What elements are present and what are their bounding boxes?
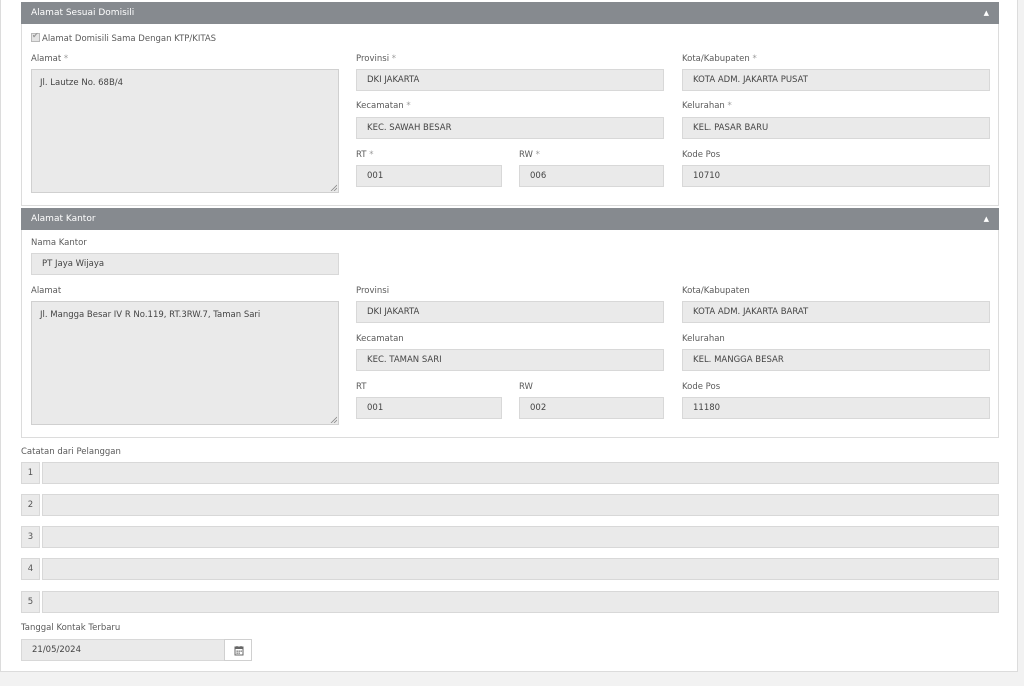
domisili-kota-field[interactable]: KOTA ADM. JAKARTA PUSAT xyxy=(682,69,990,91)
kantor-rw-label: RW xyxy=(519,382,533,392)
kantor-nama-field[interactable]: PT Jaya Wijaya xyxy=(31,253,339,275)
domisili-provinsi-label: Provinsi * xyxy=(356,54,397,64)
caret-up-icon[interactable]: ▲ xyxy=(984,2,989,24)
calendar-button[interactable] xyxy=(224,639,252,661)
kantor-alamat-label: Alamat xyxy=(31,286,62,296)
domisili-kota-label: Kota/Kabupaten * xyxy=(682,54,757,64)
kantor-alamat-textarea[interactable]: Jl. Mangga Besar IV R No.119, RT.3RW.7, … xyxy=(31,301,339,425)
domisili-rt-label: RT * xyxy=(356,150,374,160)
kontak-date-label: Tanggal Kontak Terbaru xyxy=(21,623,121,633)
caret-up-icon[interactable]: ▲ xyxy=(984,208,989,230)
kontak-date-input[interactable]: 21/05/2024 xyxy=(21,639,225,661)
catatan-input-1[interactable] xyxy=(42,462,999,484)
domisili-rw-label: RW * xyxy=(519,150,540,160)
kantor-rt-field[interactable]: 001 xyxy=(356,397,502,419)
catatan-row-number: 5 xyxy=(21,591,40,613)
catatan-label: Catatan dari Pelanggan xyxy=(21,447,121,457)
same-address-checkbox[interactable]: ✔ xyxy=(31,31,40,42)
kantor-alamat-value: Jl. Mangga Besar IV R No.119, RT.3RW.7, … xyxy=(40,310,261,320)
domisili-panel-body: ✔ Alamat Domisili Sama Dengan KTP/KITAS … xyxy=(21,24,999,206)
check-icon: ✔ xyxy=(32,31,39,40)
domisili-provinsi-field[interactable]: DKI JAKARTA xyxy=(356,69,664,91)
kantor-kota-label: Kota/Kabupaten xyxy=(682,286,750,296)
catatan-row-number: 2 xyxy=(21,494,40,516)
kantor-kelurahan-field[interactable]: KEL. MANGGA BESAR xyxy=(682,349,990,371)
catatan-input-5[interactable] xyxy=(42,591,999,613)
kantor-kelurahan-label: Kelurahan xyxy=(682,334,725,344)
resize-grip-icon[interactable] xyxy=(330,416,337,423)
domisili-kelurahan-field[interactable]: KEL. PASAR BARU xyxy=(682,117,990,139)
kantor-panel-body: Nama Kantor PT Jaya Wijaya Alamat Jl. Ma… xyxy=(21,230,999,438)
domisili-alamat-label: Alamat * xyxy=(31,54,69,64)
domisili-rt-field[interactable]: 001 xyxy=(356,165,502,187)
catatan-row-number: 4 xyxy=(21,558,40,580)
domisili-kelurahan-label: Kelurahan * xyxy=(682,101,732,111)
domisili-kecamatan-field[interactable]: KEC. SAWAH BESAR xyxy=(356,117,664,139)
kantor-provinsi-label: Provinsi xyxy=(356,286,390,296)
catatan-input-3[interactable] xyxy=(42,526,999,548)
kantor-panel-header[interactable]: Alamat Kantor ▲ xyxy=(21,208,999,230)
domisili-rw-field[interactable]: 006 xyxy=(519,165,664,187)
catatan-row-number: 3 xyxy=(21,526,40,548)
kantor-rt-label: RT xyxy=(356,382,367,392)
kantor-kodepos-label: Kode Pos xyxy=(682,382,721,392)
calendar-icon xyxy=(234,646,244,656)
kantor-kodepos-field[interactable]: 11180 xyxy=(682,397,990,419)
domisili-kecamatan-label: Kecamatan * xyxy=(356,101,411,111)
domisili-alamat-value: Jl. Lautze No. 68B/4 xyxy=(40,78,124,88)
catatan-input-4[interactable] xyxy=(42,558,999,580)
resize-grip-icon[interactable] xyxy=(330,184,337,191)
kantor-kecamatan-field[interactable]: KEC. TAMAN SARI xyxy=(356,349,664,371)
domisili-kodepos-field[interactable]: 10710 xyxy=(682,165,990,187)
kantor-kecamatan-label: Kecamatan xyxy=(356,334,404,344)
same-address-label: Alamat Domisili Sama Dengan KTP/KITAS xyxy=(42,34,217,44)
catatan-row-number: 1 xyxy=(21,462,40,484)
domisili-alamat-textarea[interactable]: Jl. Lautze No. 68B/4 xyxy=(31,69,339,193)
catatan-input-2[interactable] xyxy=(42,494,999,516)
kantor-rw-field[interactable]: 002 xyxy=(519,397,664,419)
kantor-provinsi-field[interactable]: DKI JAKARTA xyxy=(356,301,664,323)
domisili-panel-title: Alamat Sesuai Domisili xyxy=(31,8,135,18)
domisili-kodepos-label: Kode Pos xyxy=(682,150,721,160)
kantor-panel-title: Alamat Kantor xyxy=(31,214,96,224)
kantor-nama-label: Nama Kantor xyxy=(31,238,87,248)
domisili-panel-header[interactable]: Alamat Sesuai Domisili ▲ xyxy=(21,2,999,24)
form-container: Alamat Sesuai Domisili ▲ ✔ Alamat Domisi… xyxy=(0,0,1018,672)
kantor-kota-field[interactable]: KOTA ADM. JAKARTA BARAT xyxy=(682,301,990,323)
